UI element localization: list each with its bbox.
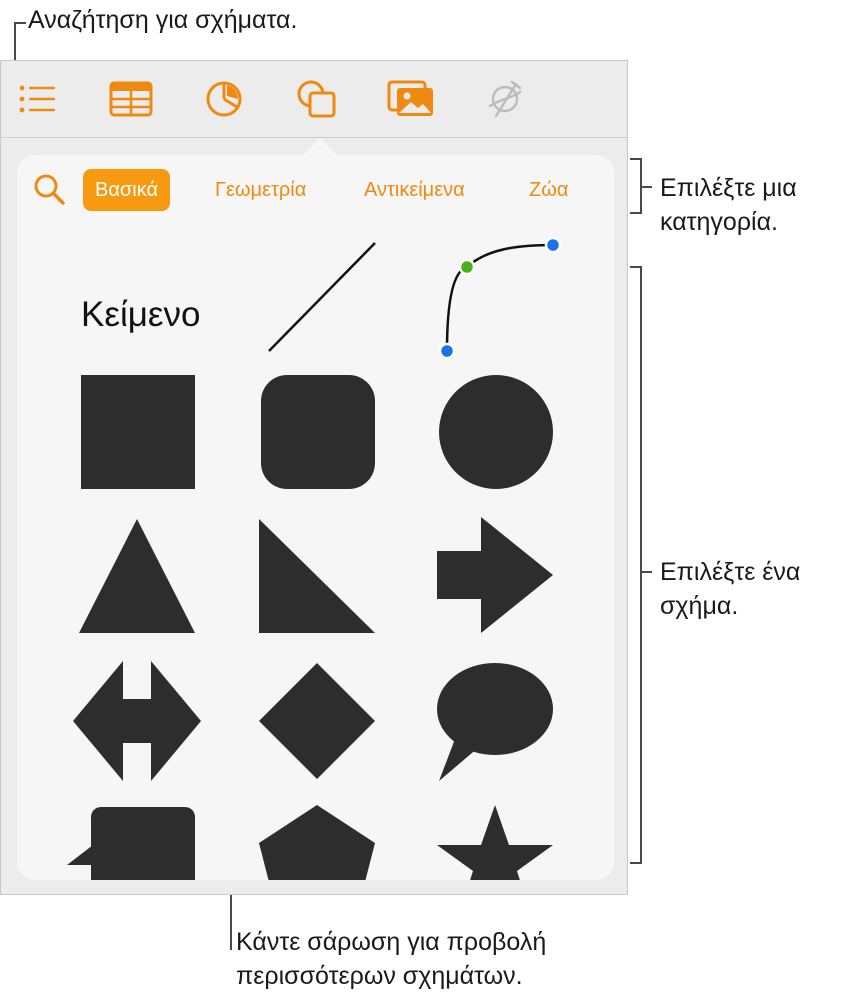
shape-triangle[interactable] [79, 517, 239, 657]
shape-arrow[interactable] [437, 517, 597, 657]
shape-right-triangle[interactable] [259, 517, 419, 657]
bracket-shape-tick [642, 571, 652, 573]
right-triangle-shape [259, 519, 375, 633]
bracket-category-tick [642, 186, 652, 188]
shapes-icon [297, 80, 336, 118]
shape-callout[interactable] [67, 805, 227, 880]
arrow-shape [437, 517, 553, 633]
category-tab-basic[interactable]: Βασικά [83, 169, 171, 211]
triangle-shape [79, 519, 195, 633]
callout-shape [67, 807, 195, 880]
shape-rounded-square[interactable] [259, 373, 419, 513]
callout-shape-line2: σχήμα. [660, 592, 739, 620]
shape-pentagon[interactable] [259, 805, 419, 880]
callout-category-line2: κατηγορία. [660, 208, 779, 236]
circle-shape [439, 375, 553, 489]
toolbar-shapes-button[interactable] [293, 79, 341, 119]
toolbar-drawing-button [481, 79, 529, 119]
pentagon-shape [259, 805, 375, 880]
category-tab-objects[interactable]: Αντικείμενα [352, 169, 477, 211]
curve-shape [438, 236, 562, 360]
bracket-shape-bottom [630, 862, 642, 864]
toolbar-table-button[interactable] [107, 79, 155, 119]
bracket-category-bottom [630, 212, 642, 214]
toolbar-list-button[interactable] [13, 79, 61, 119]
search-icon [34, 174, 65, 205]
rounded-square-shape [261, 375, 375, 489]
app-window: Βασικά Γεωμετρία Αντικείμενα Ζώα Κείμενο [0, 60, 628, 895]
chart-icon [206, 81, 242, 117]
media-icon [387, 80, 433, 116]
category-bar: Βασικά Γεωμετρία Αντικείμενα Ζώα [17, 155, 614, 225]
shapes-popover: Βασικά Γεωμετρία Αντικείμενα Ζώα Κείμενο [17, 155, 614, 880]
toolbar [1, 61, 627, 138]
diamond-shape [259, 663, 375, 779]
callout-swipe-line1: Κάντε σάρωση για προβολή [236, 928, 547, 956]
square-shape [81, 375, 195, 489]
shape-star[interactable] [437, 805, 597, 880]
shape-text[interactable]: Κείμενο [57, 235, 257, 375]
star-shape [437, 805, 553, 880]
drawing-icon [488, 80, 522, 118]
shape-square[interactable] [79, 373, 239, 513]
popover-arrow [302, 138, 338, 156]
search-button[interactable] [33, 173, 67, 207]
double-arrow-shape [73, 661, 201, 781]
shape-double-arrow[interactable] [73, 661, 233, 801]
line-shape [268, 242, 376, 352]
shape-line[interactable] [255, 235, 415, 375]
bracket-shape-vertical [640, 266, 642, 864]
shape-grid: Κείμενο [17, 225, 614, 880]
callout-search: Αναζήτηση για σχήματα. [28, 6, 298, 34]
shape-speech-bubble[interactable] [437, 661, 597, 801]
speech-bubble-shape [437, 663, 553, 781]
toolbar-media-button[interactable] [387, 79, 435, 119]
callout-shape-line1: Επιλέξτε ένα [660, 558, 801, 586]
callout-swipe-line2: περισσότερων σχημάτων. [236, 962, 523, 990]
category-tab-animals[interactable]: Ζώα [517, 169, 580, 211]
shape-circle[interactable] [437, 373, 597, 513]
list-icon [19, 85, 55, 113]
callout-category-line1: Επιλέξτε μια [660, 174, 797, 202]
shape-diamond[interactable] [259, 661, 419, 801]
category-tab-geometry[interactable]: Γεωμετρία [203, 169, 318, 211]
shape-curve[interactable] [427, 235, 587, 375]
table-icon [109, 81, 153, 117]
toolbar-chart-button[interactable] [200, 79, 248, 119]
shape-text-label: Κείμενο [81, 295, 201, 334]
